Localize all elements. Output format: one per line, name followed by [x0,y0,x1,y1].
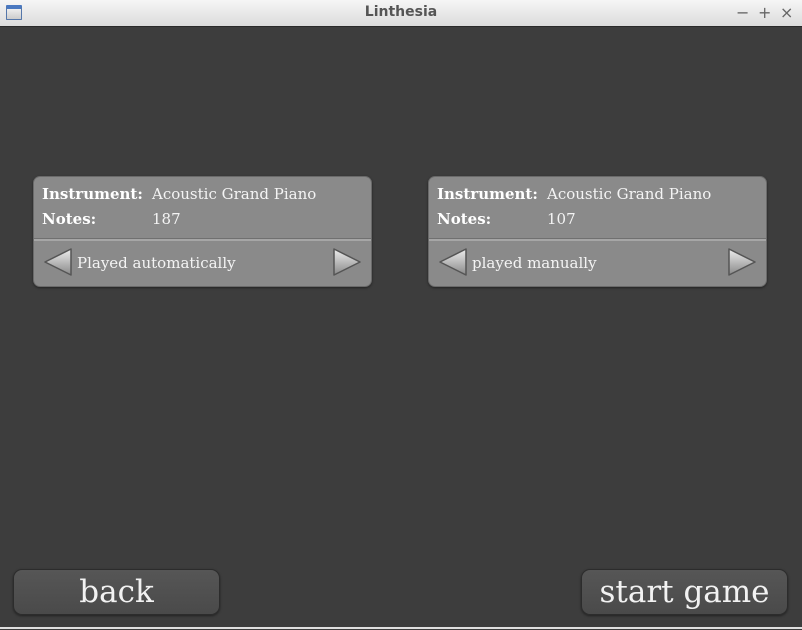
play-mode-value: Played automatically [77,254,236,272]
next-mode-arrow-icon[interactable] [727,247,757,277]
previous-mode-arrow-icon[interactable] [43,247,73,277]
divider [34,238,371,241]
next-mode-arrow-icon[interactable] [332,247,362,277]
maximize-button[interactable]: + [758,3,771,22]
window-bottom-border [0,627,802,629]
divider [429,238,766,241]
instrument-value: Acoustic Grand Piano [547,185,712,203]
minimize-button[interactable]: − [736,3,749,22]
track-panel-2: Instrument: Acoustic Grand Piano Notes: 10… [428,176,767,287]
play-mode-value: played manually [472,254,597,272]
instrument-value: Acoustic Grand Piano [152,185,317,203]
start-game-button[interactable]: start game [581,569,788,615]
title-bar: Linthesia − + × [0,0,802,27]
previous-mode-arrow-icon[interactable] [438,247,468,277]
notes-value: 107 [547,210,576,228]
close-button[interactable]: × [780,3,793,22]
notes-value: 187 [152,210,181,228]
instrument-label: Instrument: [42,185,143,203]
window-title: Linthesia [364,4,438,20]
back-button[interactable]: back [13,569,220,615]
instrument-label: Instrument: [437,185,538,203]
track-panel-1: Instrument: Acoustic Grand Piano Notes: 18… [33,176,372,287]
notes-label: Notes: [437,210,492,228]
notes-label: Notes: [42,210,97,228]
